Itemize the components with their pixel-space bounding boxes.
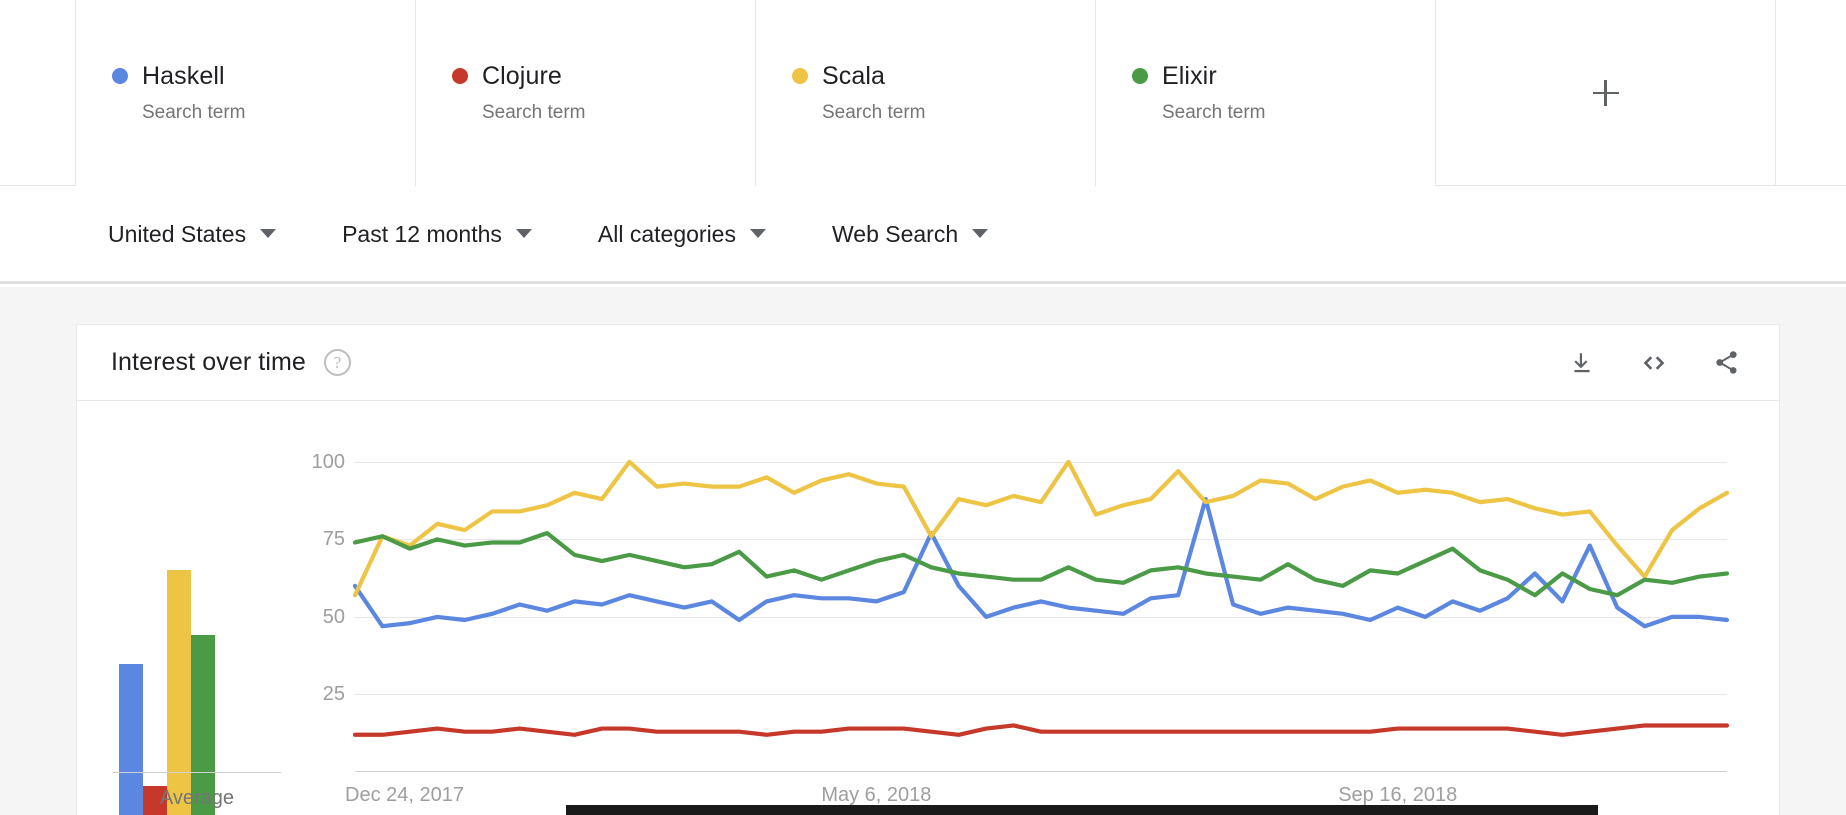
- term-type-label: Search term: [142, 102, 246, 123]
- interest-over-time-panel: Interest over time ? Average 100 75 50 2…: [76, 324, 1780, 815]
- average-label: Average: [159, 787, 235, 809]
- embed-code-icon[interactable]: [1637, 346, 1671, 380]
- chevron-down-icon: [515, 229, 532, 238]
- term-color-dot-icon: [452, 68, 468, 84]
- line-series-scala: [352, 459, 1730, 598]
- term-header: Haskell: [112, 61, 415, 91]
- average-bars: [119, 506, 219, 815]
- filter-category[interactable]: All categories: [598, 220, 766, 248]
- panel-header: Interest over time ?: [77, 325, 1779, 401]
- panel-actions: [1565, 346, 1743, 380]
- line-series-haskell: [352, 496, 1730, 629]
- content-area: Interest over time ? Average 100 75 50 2…: [0, 287, 1846, 815]
- x-axis-line: [355, 771, 1727, 772]
- term-color-dot-icon: [1132, 68, 1148, 84]
- filter-region-label: United States: [108, 220, 247, 247]
- term-type-label: Search term: [1162, 102, 1266, 123]
- term-type-label: Search term: [482, 102, 586, 123]
- terms-right-gutter: [1776, 0, 1846, 185]
- help-circle-icon[interactable]: ?: [323, 349, 351, 376]
- add-search-term-card[interactable]: [1436, 0, 1776, 186]
- term-header: Elixir: [1132, 61, 1435, 91]
- chart-area: Average 100 75 50 25 Dec 24, 2017 May 6, 201…: [77, 401, 1779, 815]
- filter-time-range-label: Past 12 months: [342, 220, 502, 247]
- x-tick-label: Sep 16, 2018: [1338, 784, 1458, 806]
- search-term-card-2[interactable]: Scala Search term: [756, 0, 1096, 186]
- x-tick-label: May 6, 2018: [821, 784, 932, 806]
- term-color-dot-icon: [112, 68, 128, 84]
- term-name: Haskell: [142, 62, 225, 90]
- plus-icon[interactable]: [1583, 70, 1629, 116]
- search-term-card-0[interactable]: Haskell Search term: [76, 0, 416, 186]
- chevron-down-icon: [260, 229, 277, 238]
- search-term-card-1[interactable]: Clojure Search term: [416, 0, 756, 186]
- search-term-card-3[interactable]: Elixir Search term: [1096, 0, 1436, 186]
- google-trends-page: Haskell Search term Clojure Search term …: [0, 0, 1846, 815]
- chevron-down-icon: [972, 229, 989, 238]
- x-tick-label: Dec 24, 2017: [345, 784, 464, 806]
- term-color-dot-icon: [792, 68, 808, 84]
- filter-bar: United States Past 12 months All categor…: [0, 186, 1846, 284]
- interest-line-chart: 100 75 50 25 Dec 24, 2017 May 6, 2018 Sep 16,…: [299, 401, 1779, 815]
- filter-search-type-label: Web Search: [831, 220, 959, 247]
- term-type-label: Search term: [822, 102, 926, 123]
- average-axis-line: [113, 772, 281, 773]
- line-series-clojure: [352, 723, 1730, 737]
- share-icon[interactable]: [1709, 346, 1743, 380]
- filter-category-label: All categories: [597, 220, 736, 247]
- line-series-elixir: [352, 531, 1730, 598]
- search-terms-row: Haskell Search term Clojure Search term …: [0, 0, 1846, 186]
- filter-search-type[interactable]: Web Search: [831, 220, 989, 248]
- term-header: Clojure: [452, 61, 755, 91]
- filter-time-range[interactable]: Past 12 months: [342, 220, 532, 248]
- term-name: Scala: [822, 62, 886, 90]
- filter-region[interactable]: United States: [108, 220, 277, 248]
- chevron-down-icon: [749, 229, 766, 238]
- average-bar-scala: [167, 569, 191, 815]
- terms-left-gutter: [0, 0, 76, 185]
- window-bottom-edge: [566, 805, 1598, 815]
- average-bar-chart: Average: [77, 401, 299, 815]
- chart-lines: [352, 459, 1730, 737]
- download-icon[interactable]: [1565, 346, 1599, 380]
- page-title: Interest over time: [111, 348, 306, 376]
- term-name: Elixir: [1162, 62, 1217, 90]
- term-name: Clojure: [482, 62, 562, 90]
- term-header: Scala: [792, 61, 1095, 91]
